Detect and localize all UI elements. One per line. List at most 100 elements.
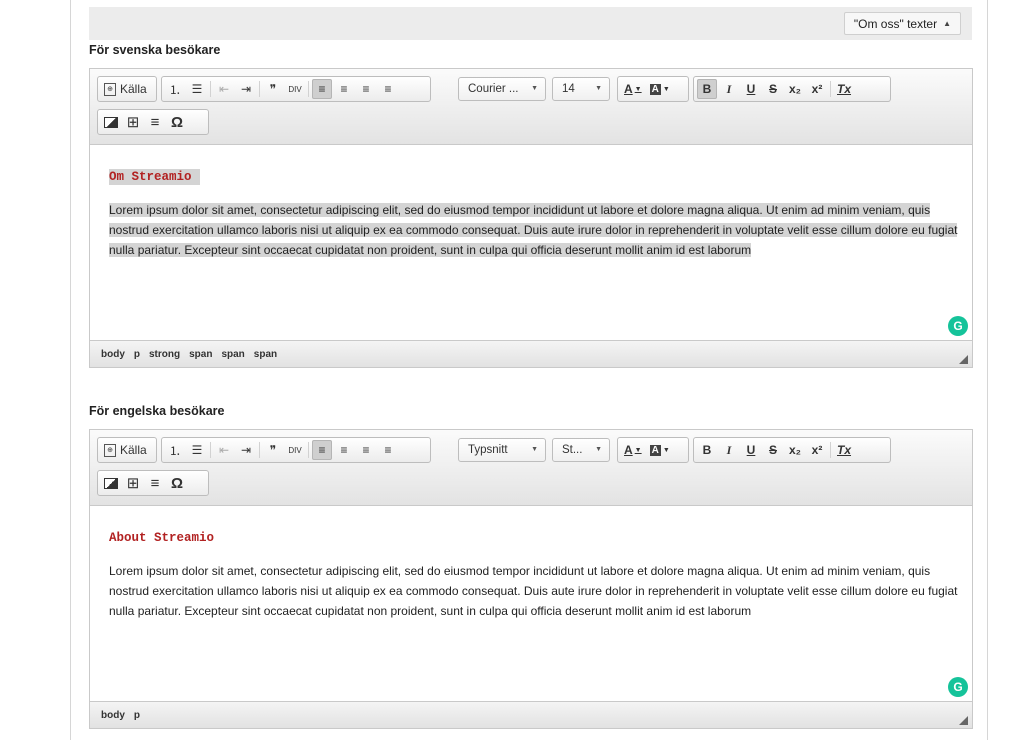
content-paragraph: Lorem ipsum dolor sit amet, consectetur … [109, 203, 958, 257]
resize-handle-icon[interactable] [959, 355, 968, 364]
chevron-down-icon: ▼ [531, 85, 538, 92]
path-item-body[interactable]: body [101, 710, 125, 721]
triangle-up-icon: ▲ [943, 19, 951, 28]
element-path: body p [101, 710, 140, 721]
editor-content[interactable]: Om Streamio Lorem ipsum dolor sit amet, … [90, 145, 972, 340]
image-icon[interactable] [101, 112, 121, 132]
remove-format-icon[interactable]: Tx [834, 79, 854, 99]
basic-styles-group: B I U S x₂ x² Tx [693, 437, 891, 463]
source-icon: ⊕ [104, 443, 116, 457]
outdent-icon[interactable]: ⇤ [214, 440, 234, 460]
superscript-icon[interactable]: x² [807, 79, 827, 99]
path-item-p[interactable]: p [134, 710, 140, 721]
outdent-icon[interactable]: ⇤ [214, 79, 234, 99]
align-right-icon[interactable]: ≡ [356, 79, 376, 99]
italic-icon[interactable]: I [719, 440, 739, 460]
source-button[interactable]: ⊕ Källa [101, 440, 150, 460]
bulleted-list-icon[interactable]: ☰ [187, 440, 207, 460]
paragraph-group: ⒈ ☰ ⇤ ⇥ ❞ DIV ≡ ≡ ≡ ≡ [161, 76, 431, 102]
editor-toolbar: ⊕ Källa ⒈ ☰ ⇤ ⇥ ❞ DIV ≡ ≡ ≡ ≡ Typsnitt ▼… [90, 430, 972, 506]
chevron-down-icon: ▼ [595, 446, 602, 453]
source-group: ⊕ Källa [97, 76, 157, 102]
insert-group: ⊞ ≡ Ω [97, 109, 209, 135]
size-combo[interactable]: St... ▼ [552, 438, 610, 462]
blockquote-icon[interactable]: ❞ [263, 440, 283, 460]
superscript-icon[interactable]: x² [807, 440, 827, 460]
create-div-icon[interactable]: DIV [285, 440, 305, 460]
chevron-down-icon: ▼ [595, 85, 602, 92]
grammarly-icon[interactable]: G [948, 316, 968, 336]
numbered-list-icon[interactable]: ⒈ [165, 79, 185, 99]
bold-icon[interactable]: B [697, 440, 717, 460]
create-div-icon[interactable]: DIV [285, 79, 305, 99]
english-editor: ⊕ Källa ⒈ ☰ ⇤ ⇥ ❞ DIV ≡ ≡ ≡ ≡ Typsnitt ▼… [89, 429, 973, 729]
blockquote-icon[interactable]: ❞ [263, 79, 283, 99]
font-combo[interactable]: Courier ... ▼ [458, 77, 546, 101]
bold-icon[interactable]: B [697, 79, 717, 99]
basic-styles-group: B I U S x₂ x² Tx [693, 76, 891, 102]
strikethrough-icon[interactable]: S [763, 79, 783, 99]
font-combo[interactable]: Typsnitt ▼ [458, 438, 546, 462]
paragraph-group: ⒈ ☰ ⇤ ⇥ ❞ DIV ≡ ≡ ≡ ≡ [161, 437, 431, 463]
background-color-icon[interactable]: A ▼ [647, 79, 673, 99]
path-item-span[interactable]: span [189, 349, 212, 360]
path-item-body[interactable]: body [101, 349, 125, 360]
swedish-editor-label: För svenska besökare [89, 43, 221, 57]
om-oss-toggle-button[interactable]: "Om oss" texter ▲ [843, 12, 961, 35]
table-icon[interactable]: ⊞ [123, 473, 143, 493]
chevron-down-icon: ▼ [531, 446, 538, 453]
horizontal-rule-icon[interactable]: ≡ [145, 112, 165, 132]
special-character-icon[interactable]: Ω [167, 473, 187, 493]
subscript-icon[interactable]: x₂ [785, 440, 805, 460]
source-label: Källa [120, 82, 147, 96]
align-left-icon[interactable]: ≡ [312, 79, 332, 99]
text-color-icon[interactable]: A ▼ [621, 79, 645, 99]
horizontal-rule-icon[interactable]: ≡ [145, 473, 165, 493]
path-item-span[interactable]: span [221, 349, 244, 360]
align-center-icon[interactable]: ≡ [334, 79, 354, 99]
editor-content[interactable]: About Streamio Lorem ipsum dolor sit ame… [90, 506, 972, 701]
indent-icon[interactable]: ⇥ [236, 440, 256, 460]
content-heading: About Streamio [109, 531, 215, 545]
source-label: Källa [120, 443, 147, 457]
section-header: "Om oss" texter ▲ [89, 7, 972, 40]
indent-icon[interactable]: ⇥ [236, 79, 256, 99]
align-justify-icon[interactable]: ≡ [378, 79, 398, 99]
align-center-icon[interactable]: ≡ [334, 440, 354, 460]
color-group: A ▼ A ▼ [617, 437, 689, 463]
font-combo-value: Courier ... [468, 83, 519, 95]
path-item-strong[interactable]: strong [149, 349, 180, 360]
swedish-editor: ⊕ Källa ⒈ ☰ ⇤ ⇥ ❞ DIV ≡ ≡ ≡ ≡ Courier ..… [89, 68, 973, 368]
element-path-bar: body p strong span span span [90, 340, 972, 367]
align-left-icon[interactable]: ≡ [312, 440, 332, 460]
italic-icon[interactable]: I [719, 79, 739, 99]
grammarly-icon[interactable]: G [948, 677, 968, 697]
underline-icon[interactable]: U [741, 79, 761, 99]
path-item-span[interactable]: span [254, 349, 277, 360]
strikethrough-icon[interactable]: S [763, 440, 783, 460]
image-icon[interactable] [101, 473, 121, 493]
resize-handle-icon[interactable] [959, 716, 968, 725]
text-color-icon[interactable]: A ▼ [621, 440, 645, 460]
background-color-icon[interactable]: A ▼ [647, 440, 673, 460]
font-combo-value: Typsnitt [468, 444, 508, 456]
path-item-p[interactable]: p [134, 349, 140, 360]
size-combo-value: 14 [562, 83, 575, 95]
subscript-icon[interactable]: x₂ [785, 79, 805, 99]
align-justify-icon[interactable]: ≡ [378, 440, 398, 460]
content-paragraph: Lorem ipsum dolor sit amet, consectetur … [109, 564, 958, 618]
remove-format-icon[interactable]: Tx [834, 440, 854, 460]
size-combo[interactable]: 14 ▼ [552, 77, 610, 101]
source-group: ⊕ Källa [97, 437, 157, 463]
source-button[interactable]: ⊕ Källa [101, 79, 150, 99]
underline-icon[interactable]: U [741, 440, 761, 460]
align-right-icon[interactable]: ≡ [356, 440, 376, 460]
numbered-list-icon[interactable]: ⒈ [165, 440, 185, 460]
special-character-icon[interactable]: Ω [167, 112, 187, 132]
bulleted-list-icon[interactable]: ☰ [187, 79, 207, 99]
editor-toolbar: ⊕ Källa ⒈ ☰ ⇤ ⇥ ❞ DIV ≡ ≡ ≡ ≡ Courier ..… [90, 69, 972, 145]
size-combo-value: St... [562, 444, 583, 456]
content-heading: Om Streamio [109, 169, 200, 185]
table-icon[interactable]: ⊞ [123, 112, 143, 132]
element-path: body p strong span span span [101, 349, 277, 360]
